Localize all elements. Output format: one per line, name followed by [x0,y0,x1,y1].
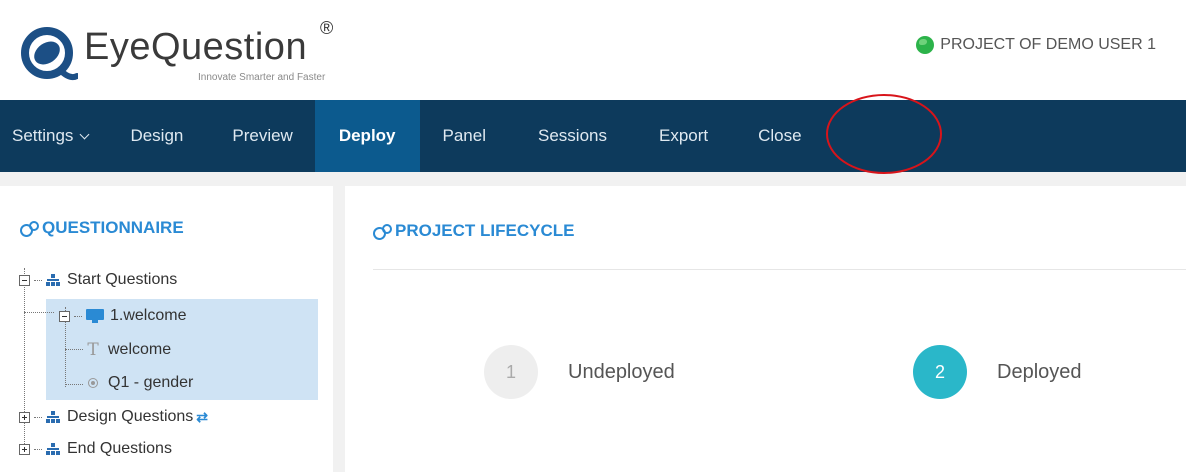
project-indicator[interactable]: PROJECT OF DEMO USER 1 [916,36,1156,54]
nav-design[interactable]: Design [108,100,207,172]
tree-connector [34,279,42,281]
sitemap-icon [46,443,60,455]
lifecycle-step-undeployed[interactable]: 1 Undeployed [484,345,675,399]
app-header: EyeQuestion ® Innovate Smarter and Faste… [0,0,1186,100]
nav-panel-label: Panel [442,126,486,145]
radio-icon [88,378,98,388]
tree-connector [24,268,25,454]
refresh-icon[interactable]: ⇄ [196,409,208,426]
sitemap-icon [46,274,60,286]
tree-label: Design Questions [67,408,194,425]
nav-export[interactable]: Export [633,100,734,172]
lifecycle-title: PROJECT LIFECYCLE [373,221,574,241]
nav-sessions[interactable]: Sessions [512,100,633,172]
nav-preview[interactable]: Preview [207,100,314,172]
nav-panel[interactable]: Panel [420,100,512,172]
sitemap-icon [46,411,60,423]
tree-connector [74,315,82,317]
expand-icon[interactable] [19,411,30,423]
logo-mark-icon [21,27,78,81]
tree-connector [65,349,83,350]
questionnaire-title-text: QUESTIONNAIRE [42,218,184,237]
tree-node-start-questions[interactable]: Start Questions [19,271,177,289]
brand-name: EyeQuestion [84,26,308,68]
collapse-icon[interactable] [59,310,70,322]
tree-label: End Questions [67,440,172,457]
collapse-icon[interactable] [19,274,30,286]
step-number: 1 [484,345,538,399]
questionnaire-title: QUESTIONNAIRE [20,218,184,238]
tree-node-1-welcome[interactable]: 1.welcome [59,307,186,325]
brand-tagline: Innovate Smarter and Faster [198,72,326,83]
registered-mark: ® [320,18,334,38]
questionnaire-panel: QUESTIONNAIRE Start Questions 1.welcome … [0,186,333,472]
monitor-icon [86,309,104,323]
tree-connector [34,448,42,450]
nav-close[interactable]: Close [734,100,827,172]
tree-label: 1.welcome [110,307,187,324]
tree-label: Start Questions [67,271,178,288]
nav-design-label: Design [130,126,184,145]
cogs-icon [373,224,392,240]
tree-node-end-questions[interactable]: End Questions [19,440,172,458]
lifecycle-panel: PROJECT LIFECYCLE 1 Undeployed 2 Deploye… [345,186,1186,472]
nav-preview-label: Preview [232,126,293,145]
tree-label: Q1 - gender [108,374,194,391]
tree-node-design-questions[interactable]: Design Questions ⇄ [19,408,208,426]
nav-settings[interactable]: Settings [0,100,108,172]
nav-settings-label: Settings [12,126,74,145]
nav-sessions-label: Sessions [538,126,607,145]
chevron-down-icon [79,129,90,139]
text-icon: T [87,340,99,360]
cogs-icon [20,221,39,237]
tree-node-welcome[interactable]: T welcome [86,340,171,360]
main-nav: Settings Design Preview Deploy Panel Ses… [0,100,1186,172]
step-label: Deployed [997,360,1082,383]
globe-icon [916,36,935,54]
tree-node-q1-gender[interactable]: Q1 - gender [86,374,193,392]
tree-label: welcome [108,341,172,358]
nav-close-label: Close [758,126,802,145]
step-number: 2 [913,345,967,399]
step-label: Undeployed [568,360,675,383]
tree-connector [24,312,54,313]
divider [373,269,1186,270]
nav-export-label: Export [658,126,709,145]
lifecycle-title-text: PROJECT LIFECYCLE [395,221,575,240]
expand-icon[interactable] [19,443,30,455]
project-label: PROJECT OF DEMO USER 1 [940,36,1156,53]
tree-connector [34,416,42,418]
lifecycle-step-deployed[interactable]: 2 Deployed [913,345,1082,399]
tree-connector [65,384,83,385]
nav-deploy[interactable]: Deploy [314,100,420,172]
nav-deploy-label: Deploy [338,126,396,145]
